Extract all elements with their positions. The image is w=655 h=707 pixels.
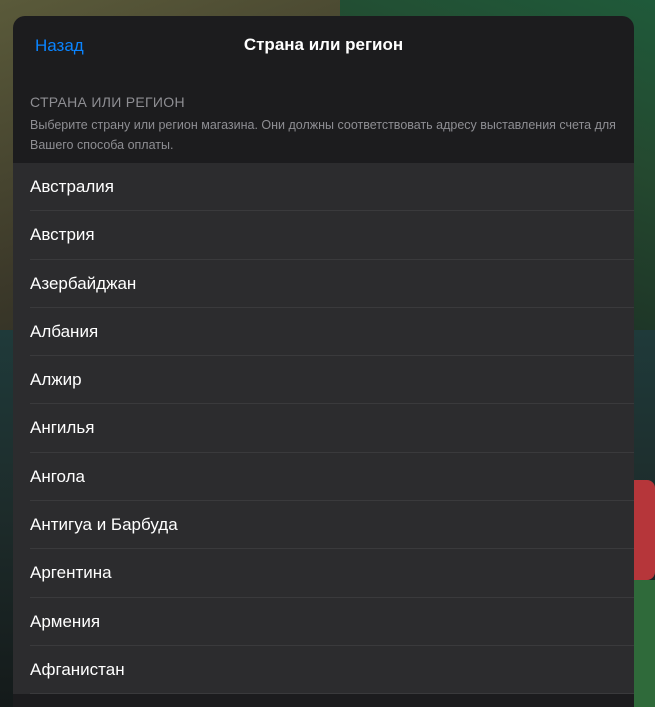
list-item-country[interactable]: Австралия [13,163,634,212]
list-item-country[interactable]: Антигуа и Барбуда [13,501,634,550]
list-item-country[interactable]: Австрия [13,211,634,260]
country-list: Австралия Австрия Азербайджан Албания Ал… [13,163,634,695]
list-item-country[interactable]: Албания [13,308,634,357]
page-title: Страна или регион [243,35,404,54]
navigation-bar: Назад Страна или регион [13,16,634,76]
section-header: СТРАНА ИЛИ РЕГИОН Выберите страну или ре… [13,76,634,163]
list-item-country[interactable]: Армения [13,598,634,647]
list-item-country[interactable]: Азербайджан [13,260,634,309]
list-item-country[interactable]: Алжир [13,356,634,405]
country-region-sheet: Назад Страна или регион СТРАНА ИЛИ РЕГИО… [13,16,634,707]
list-item-country[interactable]: Афганистан [13,646,634,695]
list-item-country[interactable]: Ангола [13,453,634,502]
section-description: Выберите страну или регион магазина. Они… [30,118,616,152]
list-item-country[interactable]: Ангилья [13,404,634,454]
section-title: СТРАНА ИЛИ РЕГИОН [30,94,185,110]
list-item-country[interactable]: Аргентина [13,549,634,598]
